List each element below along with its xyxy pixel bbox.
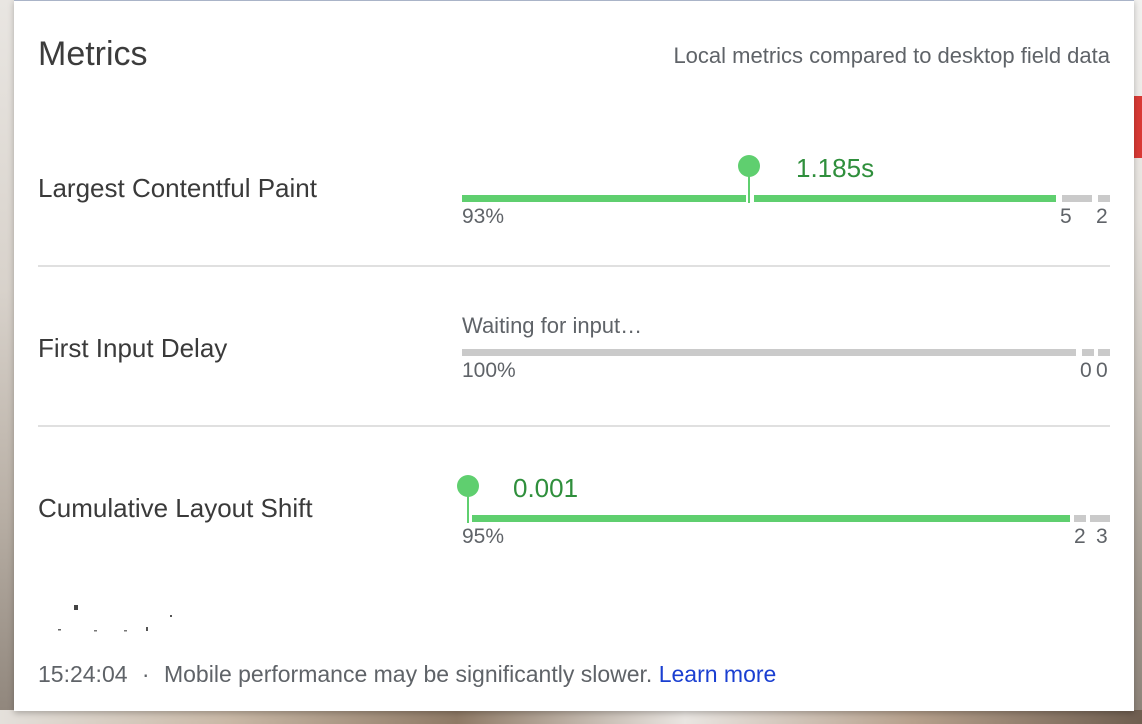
poor-percent: 3 <box>1096 525 1108 548</box>
page-subtitle: Local metrics compared to desktop field … <box>673 43 1110 68</box>
popup-footer: 15:24:04 · Mobile performance may be sig… <box>38 661 776 688</box>
metric-distribution-bar: Waiting for input… 100% 0 0 <box>462 267 1110 427</box>
bar-good-after-marker <box>754 195 1056 202</box>
poor-percent: 0 <box>1096 359 1108 382</box>
bar-good-before-marker <box>462 195 746 202</box>
background-page-left <box>0 0 14 724</box>
metric-fid: First Input Delay Waiting for input… 100… <box>38 267 1110 427</box>
footer-time: 15:24:04 <box>38 661 128 687</box>
bar-needs-improvement <box>1074 515 1086 522</box>
learn-more-link[interactable]: Learn more <box>659 661 777 687</box>
metric-value: 0.001 <box>513 473 579 503</box>
good-percent: 95% <box>462 525 505 548</box>
needs-improvement-percent: 5 <box>1060 205 1072 228</box>
bar-poor <box>1098 349 1110 356</box>
good-percent: 100% <box>462 359 516 382</box>
metric-marker-line <box>467 493 469 523</box>
metrics-popup: Metrics Local metrics compared to deskto… <box>14 0 1134 711</box>
metric-status: Waiting for input… <box>462 313 643 338</box>
bar-poor <box>1090 515 1110 522</box>
metric-cls: Cumulative Layout Shift 0.001 95% 2 3 <box>38 427 1110 587</box>
metric-marker-line <box>748 173 750 203</box>
bar-poor <box>1098 195 1110 202</box>
metric-value: 1.185s <box>796 153 875 183</box>
footer-message: Mobile performance may be significantly … <box>163 661 653 687</box>
poor-percent: 2 <box>1096 205 1108 228</box>
popup-header: Metrics Local metrics compared to deskto… <box>38 33 1110 77</box>
metric-lcp: Largest Contentful Paint 1.185s 93% 5 2 <box>38 107 1110 267</box>
background-page-bottom <box>0 710 1142 724</box>
scribble-marks <box>58 605 172 632</box>
needs-improvement-percent: 2 <box>1074 525 1086 548</box>
bar-needs-improvement <box>1062 195 1092 202</box>
metric-label: Cumulative Layout Shift <box>38 493 313 523</box>
bar-needs-improvement <box>1082 349 1094 356</box>
bar-good <box>462 349 1076 356</box>
metric-distribution-bar: 0.001 95% 2 3 <box>457 427 1110 587</box>
metric-label: Largest Contentful Paint <box>38 173 317 203</box>
needs-improvement-percent: 0 <box>1080 359 1092 382</box>
metric-distribution-bar: 1.185s 93% 5 2 <box>462 107 1110 267</box>
metric-label: First Input Delay <box>38 333 228 363</box>
footer-separator: · <box>141 661 150 687</box>
bar-good <box>472 515 1070 522</box>
good-percent: 93% <box>462 205 505 228</box>
page-title: Metrics <box>38 35 148 73</box>
